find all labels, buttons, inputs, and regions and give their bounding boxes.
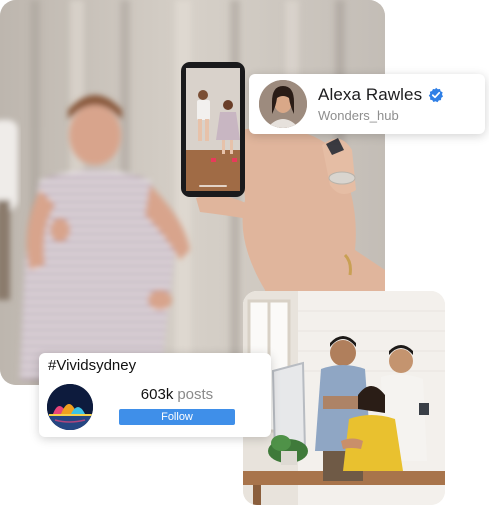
hashtag-thumbnail — [47, 384, 93, 430]
follow-button[interactable]: Follow — [119, 409, 235, 425]
hashtag-title[interactable]: #Vividsydney — [48, 357, 136, 374]
profile-card[interactable]: Alexa Rawles Wonders_hub — [249, 74, 485, 134]
office-photo — [243, 291, 445, 505]
posts-label: posts — [177, 386, 214, 403]
profile-handle: Wonders_hub — [318, 108, 399, 123]
verified-check-icon — [428, 87, 444, 103]
posts-number: 603k — [140, 386, 174, 403]
avatar — [259, 80, 307, 128]
profile-name: Alexa Rawles — [318, 85, 423, 104]
hashtag-card: #Vividsydney 603k posts Follow — [39, 353, 271, 437]
posts-count: 603k posts — [119, 386, 235, 403]
